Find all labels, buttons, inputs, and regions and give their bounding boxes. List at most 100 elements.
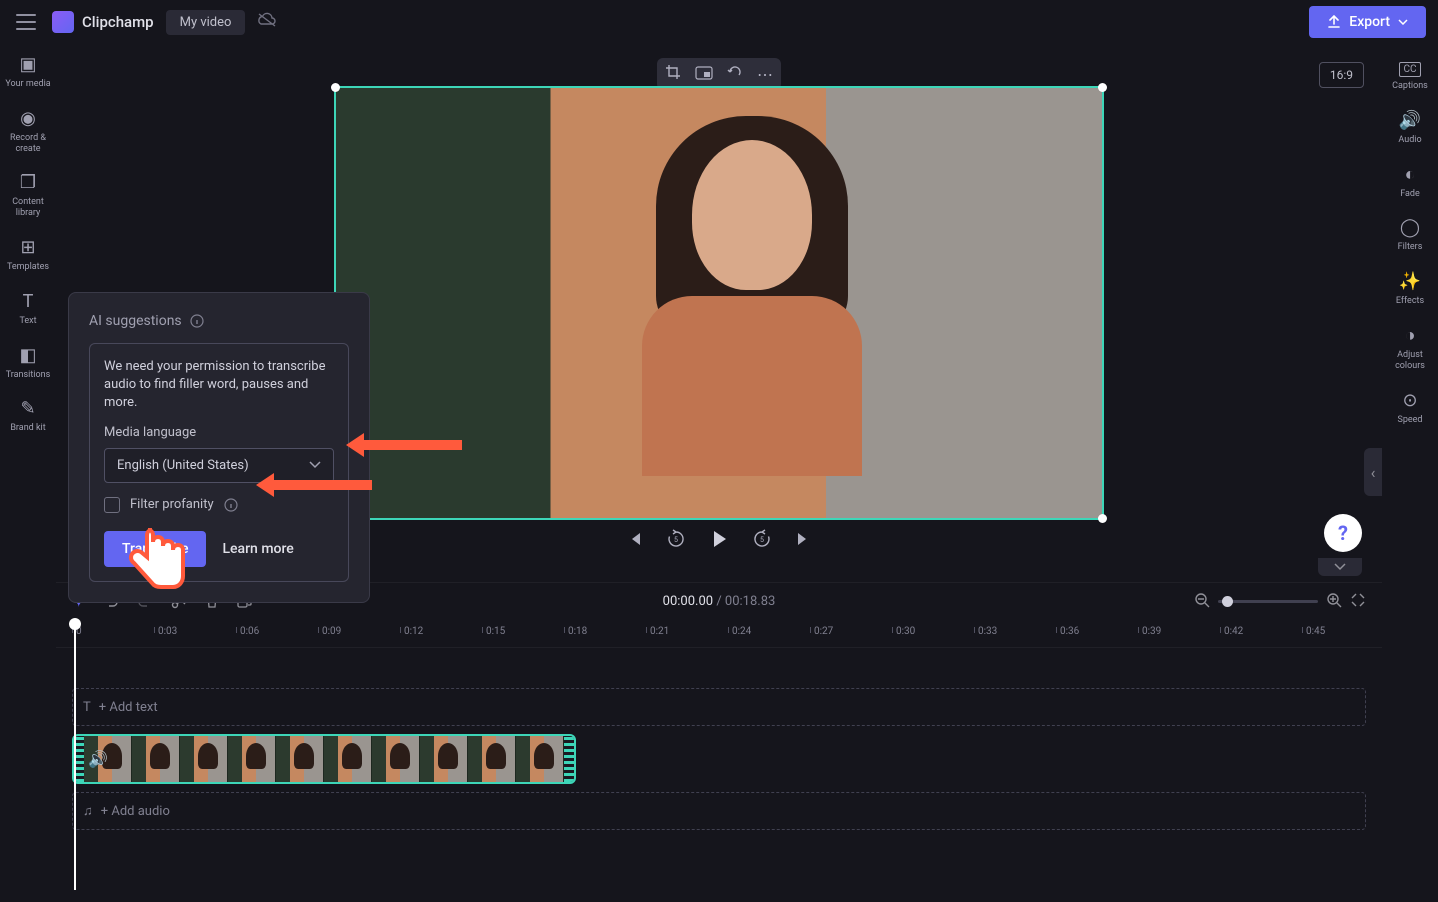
top-bar: Clipchamp My video Export xyxy=(0,0,1438,44)
ruler-tick: 0:45 xyxy=(1306,626,1325,637)
ruler-tick: 0:09 xyxy=(322,626,341,637)
info-icon[interactable] xyxy=(190,314,204,328)
add-text-label: + Add text xyxy=(99,700,158,715)
sidebar-item-templates[interactable]: ⊞Templates xyxy=(0,237,56,273)
collapse-right-panel[interactable]: ‹ xyxy=(1364,448,1382,496)
skip-back-icon[interactable] xyxy=(626,530,644,552)
resize-handle-br[interactable] xyxy=(1098,514,1107,523)
sidebar-item-fade[interactable]: ◐Fade xyxy=(1382,164,1438,200)
sidebar-item-adjust-colours[interactable]: ◑Adjust colours xyxy=(1382,325,1438,372)
rewind-5-icon[interactable]: 5 xyxy=(666,529,686,553)
left-sidebar: ▣Your media ◉Record & create ❐Content li… xyxy=(0,44,56,434)
learn-more-link[interactable]: Learn more xyxy=(222,541,293,557)
filters-icon: ◯ xyxy=(1400,217,1420,238)
permission-message: We need your permission to transcribe au… xyxy=(104,358,334,413)
info-icon[interactable] xyxy=(224,498,238,512)
brand-name: Clipchamp xyxy=(82,13,154,31)
collapse-bottom-tab[interactable] xyxy=(1318,558,1362,576)
zoom-in-icon[interactable] xyxy=(1326,592,1342,612)
ruler-tick: 0:06 xyxy=(240,626,259,637)
sidebar-item-audio[interactable]: 🔊Audio xyxy=(1382,110,1438,146)
skip-forward-icon[interactable] xyxy=(794,530,812,552)
sidebar-item-content-library[interactable]: ❐Content library xyxy=(0,172,56,219)
ruler-tick: 0:27 xyxy=(814,626,833,637)
clip-handle-right[interactable] xyxy=(564,736,574,782)
timeline: ✦ 00:00.00 / 00:18.83 0 0:03 0:06 0:09 0… xyxy=(56,582,1382,902)
sidebar-item-brand-kit[interactable]: ✎Brand kit xyxy=(0,398,56,434)
play-button[interactable] xyxy=(708,528,730,554)
crop-icon[interactable] xyxy=(665,64,681,84)
more-icon[interactable]: ⋯ xyxy=(757,65,773,84)
captions-icon: CC xyxy=(1399,62,1420,77)
filter-profanity-label: Filter profanity xyxy=(130,497,214,512)
resize-handle-tl[interactable] xyxy=(331,83,340,92)
svg-text:5: 5 xyxy=(674,536,678,544)
rotate-icon[interactable] xyxy=(727,64,743,84)
fade-icon: ◐ xyxy=(1405,164,1416,185)
speaker-icon: 🔊 xyxy=(1399,110,1421,131)
filter-profanity-checkbox[interactable] xyxy=(104,497,120,513)
sidebar-item-captions[interactable]: CCCaptions xyxy=(1382,62,1438,92)
ruler-tick: 0:42 xyxy=(1224,626,1243,637)
ruler-tick: 0:03 xyxy=(158,626,177,637)
media-language-label: Media language xyxy=(104,425,334,440)
music-note-icon: ♫ xyxy=(83,803,93,819)
add-audio-label: + Add audio xyxy=(101,804,170,819)
ruler-tick: 0:30 xyxy=(896,626,915,637)
media-icon: ▣ xyxy=(19,54,36,75)
sidebar-item-filters[interactable]: ◯Filters xyxy=(1382,217,1438,253)
video-clip[interactable]: 🔊 xyxy=(72,734,576,784)
resize-handle-tr[interactable] xyxy=(1098,83,1107,92)
sidebar-item-text[interactable]: TText xyxy=(0,291,56,327)
chevron-down-icon xyxy=(1398,19,1408,25)
pip-icon[interactable] xyxy=(695,65,713,84)
svg-text:5: 5 xyxy=(760,536,764,544)
app-logo[interactable]: Clipchamp xyxy=(52,11,154,33)
sidebar-item-your-media[interactable]: ▣Your media xyxy=(0,54,56,90)
camera-icon: ◉ xyxy=(20,108,36,129)
hamburger-menu-icon[interactable] xyxy=(12,8,40,36)
help-button[interactable]: ? xyxy=(1324,514,1362,552)
sidebar-item-record[interactable]: ◉Record & create xyxy=(0,108,56,155)
text-track[interactable]: T + Add text xyxy=(72,688,1366,726)
panel-title: AI suggestions xyxy=(89,313,349,329)
logo-mark-icon xyxy=(52,11,74,33)
right-sidebar: CCCaptions 🔊Audio ◐Fade ◯Filters ✨Effect… xyxy=(1382,44,1438,425)
timecode: 00:00.00 / 00:18.83 xyxy=(663,594,776,609)
zoom-slider[interactable] xyxy=(1218,600,1318,603)
zoom-knob[interactable] xyxy=(1222,596,1233,607)
colours-icon: ◑ xyxy=(1405,325,1416,346)
export-button[interactable]: Export xyxy=(1309,6,1426,38)
zoom-fit-icon[interactable] xyxy=(1350,592,1366,612)
ruler-tick: 0:24 xyxy=(732,626,751,637)
playback-controls: 5 5 xyxy=(626,528,812,554)
project-name[interactable]: My video xyxy=(166,10,246,35)
forward-5-icon[interactable]: 5 xyxy=(752,529,772,553)
upload-icon xyxy=(1327,15,1341,29)
sync-status-icon[interactable] xyxy=(257,12,277,32)
text-icon: T xyxy=(23,291,34,312)
clip-volume-icon[interactable]: 🔊 xyxy=(88,750,108,769)
brandkit-icon: ✎ xyxy=(20,398,35,419)
templates-icon: ⊞ xyxy=(20,237,35,258)
tracks: T + Add text 🔊 ♫ + Add audio xyxy=(56,648,1382,830)
playhead[interactable] xyxy=(74,620,76,890)
aspect-ratio-badge[interactable]: 16:9 xyxy=(1319,62,1364,88)
annotation-arrow-1 xyxy=(342,430,462,460)
sidebar-item-effects[interactable]: ✨Effects xyxy=(1382,271,1438,307)
ruler-tick: 0:12 xyxy=(404,626,423,637)
ruler-tick: 0:33 xyxy=(978,626,997,637)
zoom-out-icon[interactable] xyxy=(1194,592,1210,612)
chevron-down-icon xyxy=(309,461,321,469)
sidebar-item-speed[interactable]: ⊙Speed xyxy=(1382,390,1438,426)
sidebar-item-transitions[interactable]: ◧Transitions xyxy=(0,345,56,381)
transitions-icon: ◧ xyxy=(19,345,36,366)
ai-suggestions-panel: AI suggestions We need your permission t… xyxy=(68,292,370,603)
ruler-tick: 0:15 xyxy=(486,626,505,637)
video-content xyxy=(642,140,862,500)
timeline-ruler[interactable]: 0 0:03 0:06 0:09 0:12 0:15 0:18 0:21 0:2… xyxy=(56,620,1382,648)
effects-icon: ✨ xyxy=(1399,271,1421,292)
annotation-arrow-2 xyxy=(252,470,372,500)
ruler-tick: 0:36 xyxy=(1060,626,1079,637)
audio-track[interactable]: ♫ + Add audio xyxy=(72,792,1366,830)
